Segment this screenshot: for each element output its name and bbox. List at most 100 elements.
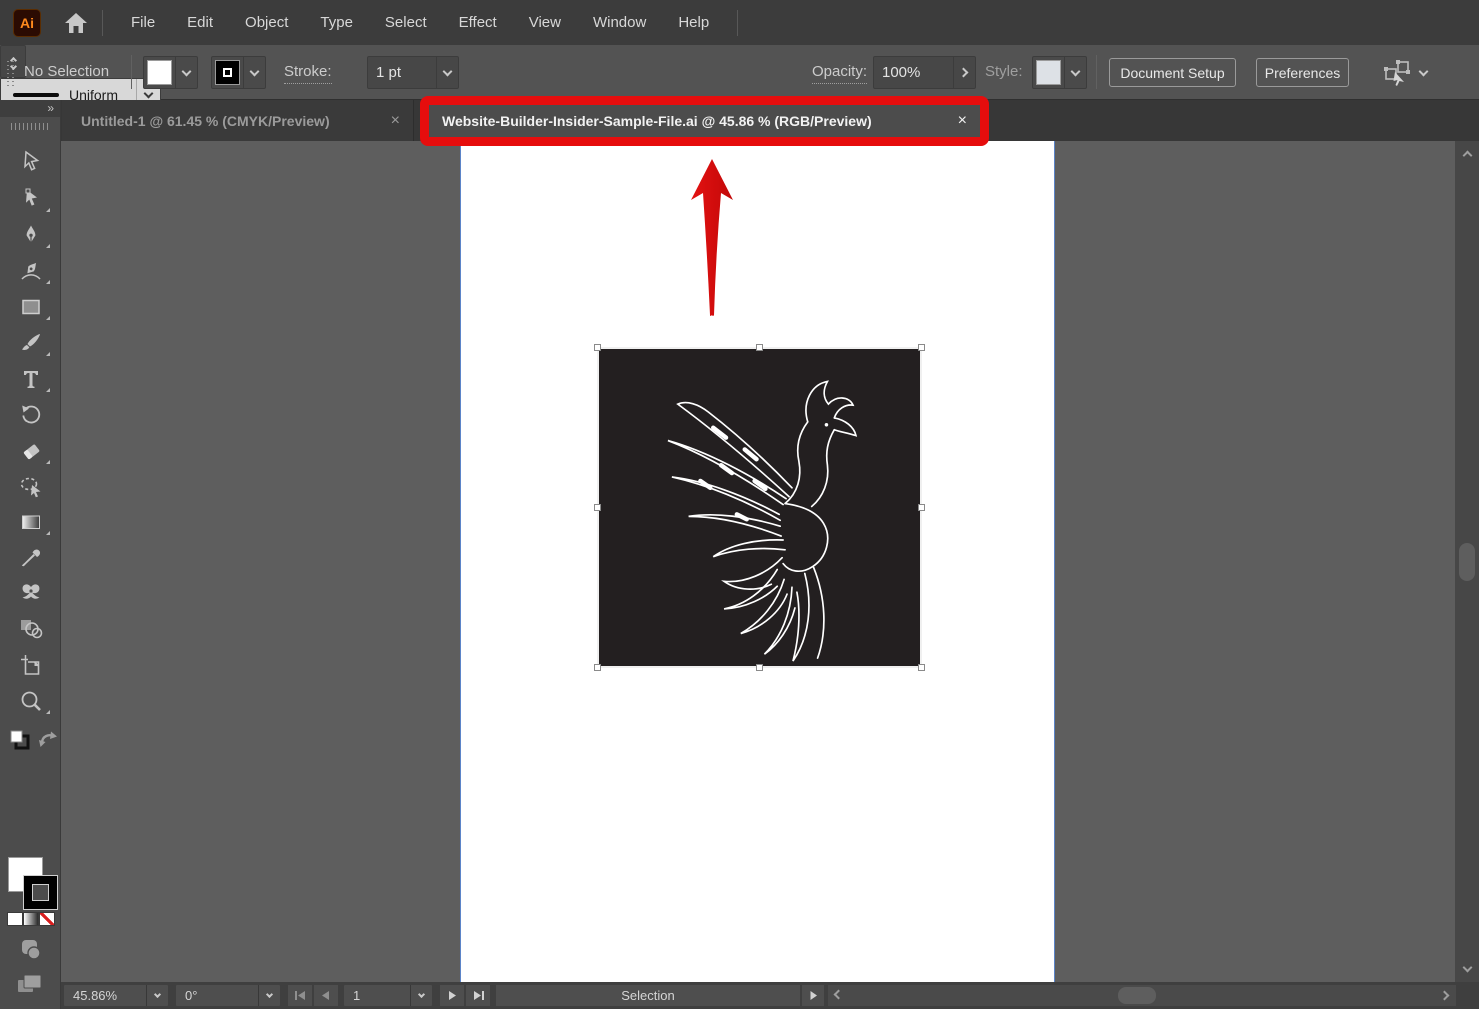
close-icon[interactable]: × <box>391 113 400 129</box>
divider <box>131 55 132 89</box>
last-artboard-icon[interactable] <box>466 985 490 1006</box>
selection-handle[interactable] <box>757 665 762 670</box>
type-tool[interactable] <box>17 365 45 393</box>
chevron-down-icon[interactable] <box>1419 67 1429 77</box>
chevron-down-icon[interactable] <box>243 57 265 88</box>
paintbrush-tool[interactable] <box>17 329 45 357</box>
scroll-down-icon[interactable] <box>1455 958 1479 980</box>
gradient-mode-button[interactable] <box>24 913 38 925</box>
shaper-tool[interactable] <box>17 472 45 500</box>
stroke-color-swatch[interactable] <box>24 876 57 909</box>
stroke-swatch[interactable] <box>216 61 239 84</box>
illustrator-logo-icon[interactable]: Ai <box>13 9 41 37</box>
shape-builder-tool[interactable] <box>17 615 45 643</box>
status-indicator[interactable]: Selection <box>496 985 800 1006</box>
menu-select[interactable]: Select <box>369 14 443 31</box>
selection-handle[interactable] <box>919 665 924 670</box>
menu-file[interactable]: File <box>115 14 171 31</box>
chevron-down-icon[interactable] <box>175 57 197 88</box>
rotation-value[interactable]: 0° <box>176 988 258 1003</box>
zoom-tool[interactable] <box>17 687 45 715</box>
arrange-documents-icon[interactable] <box>1383 60 1413 86</box>
vertical-scrollbar[interactable] <box>1455 141 1479 982</box>
chevron-down-icon[interactable] <box>146 985 168 1006</box>
width-tool[interactable] <box>17 579 45 607</box>
gradient-tool[interactable] <box>17 508 45 536</box>
opacity-label[interactable]: Opacity: <box>812 45 867 99</box>
selection-handle[interactable] <box>919 505 924 510</box>
scroll-left-icon[interactable] <box>828 985 848 1006</box>
chevron-down-icon[interactable] <box>1064 57 1086 88</box>
fill-color-dropdown[interactable] <box>143 56 198 89</box>
chevron-down-icon[interactable] <box>436 57 458 88</box>
rotation-dropdown[interactable]: 0° <box>176 985 280 1006</box>
first-artboard-icon[interactable] <box>288 985 312 1006</box>
style-dropdown[interactable] <box>1032 56 1087 89</box>
pen-tool[interactable] <box>17 221 45 249</box>
none-mode-button[interactable] <box>40 913 54 925</box>
default-fill-stroke-icon[interactable] <box>9 730 31 750</box>
tab-untitled-1[interactable]: Untitled-1 @ 61.45 % (CMYK/Preview) × <box>62 100 414 141</box>
selection-handle[interactable] <box>595 505 600 510</box>
zoom-level-dropdown[interactable]: 45.86% <box>64 985 168 1006</box>
chevron-right-icon[interactable] <box>953 57 975 88</box>
fill-swatch[interactable] <box>148 61 171 84</box>
selection-tool[interactable] <box>17 148 45 176</box>
style-swatch[interactable] <box>1037 61 1060 84</box>
direct-selection-tool[interactable] <box>17 185 45 213</box>
menu-effect[interactable]: Effect <box>443 14 513 31</box>
rectangle-tool[interactable] <box>17 293 45 321</box>
canvas-area[interactable] <box>61 141 1479 982</box>
scroll-up-icon[interactable] <box>1455 143 1479 165</box>
next-artboard-icon[interactable] <box>440 985 464 1006</box>
status-menu-icon[interactable] <box>802 985 824 1006</box>
artboard-tool[interactable] <box>17 651 45 679</box>
opacity-value[interactable]: 100% <box>874 64 953 81</box>
selection-handle[interactable] <box>757 345 762 350</box>
tab-sample-file[interactable]: Website-Builder-Insider-Sample-File.ai @… <box>429 100 980 141</box>
color-mode-button[interactable] <box>8 913 22 925</box>
close-icon[interactable]: × <box>958 113 967 129</box>
preferences-button[interactable]: Preferences <box>1256 58 1349 87</box>
draw-mode-icon[interactable] <box>18 938 44 962</box>
horizontal-scrollbar-thumb[interactable] <box>1118 987 1156 1004</box>
vertical-scrollbar-thumb[interactable] <box>1459 543 1475 581</box>
scroll-right-icon[interactable] <box>1436 985 1456 1006</box>
rotate-tool[interactable] <box>17 400 45 428</box>
selection-handle[interactable] <box>919 345 924 350</box>
opacity-label-text: Opacity: <box>812 63 867 84</box>
stroke-color-dropdown[interactable] <box>211 56 266 89</box>
screen-mode-icon[interactable] <box>16 972 44 996</box>
opacity-field[interactable]: 100% <box>873 56 976 89</box>
swap-fill-stroke-icon[interactable] <box>38 730 58 748</box>
phoenix-artwork[interactable] <box>597 347 922 668</box>
stroke-label[interactable]: Stroke: <box>284 45 332 99</box>
selection-handle[interactable] <box>595 665 600 670</box>
curvature-tool[interactable] <box>17 257 45 285</box>
stroke-weight-value[interactable]: 1 pt <box>368 64 436 81</box>
eraser-tool[interactable] <box>17 437 45 465</box>
menu-type[interactable]: Type <box>304 14 369 31</box>
artboard-navigation-dropdown[interactable]: 1 <box>344 985 432 1006</box>
menu-window[interactable]: Window <box>577 14 662 31</box>
tab-title: Website-Builder-Insider-Sample-File.ai @… <box>442 113 872 129</box>
menu-edit[interactable]: Edit <box>171 14 229 31</box>
chevron-down-icon[interactable] <box>410 985 432 1006</box>
tools-panel: » <box>0 100 61 1009</box>
horizontal-scrollbar[interactable] <box>828 985 1456 1006</box>
expand-panel-icon[interactable]: » <box>0 100 60 117</box>
phoenix-line-art <box>599 349 920 666</box>
menu-view[interactable]: View <box>513 14 577 31</box>
panel-grip[interactable] <box>11 123 49 130</box>
selection-handle[interactable] <box>595 345 600 350</box>
menu-help[interactable]: Help <box>662 14 725 31</box>
artboard-number-value[interactable]: 1 <box>344 988 410 1003</box>
menu-object[interactable]: Object <box>229 14 304 31</box>
zoom-level-value[interactable]: 45.86% <box>64 988 146 1003</box>
previous-artboard-icon[interactable] <box>314 985 338 1006</box>
chevron-down-icon[interactable] <box>258 985 280 1006</box>
eyedropper-tool[interactable] <box>17 543 45 571</box>
document-setup-button[interactable]: Document Setup <box>1109 58 1236 87</box>
stroke-weight-field[interactable]: 1 pt <box>367 56 459 89</box>
home-icon[interactable] <box>62 9 90 37</box>
